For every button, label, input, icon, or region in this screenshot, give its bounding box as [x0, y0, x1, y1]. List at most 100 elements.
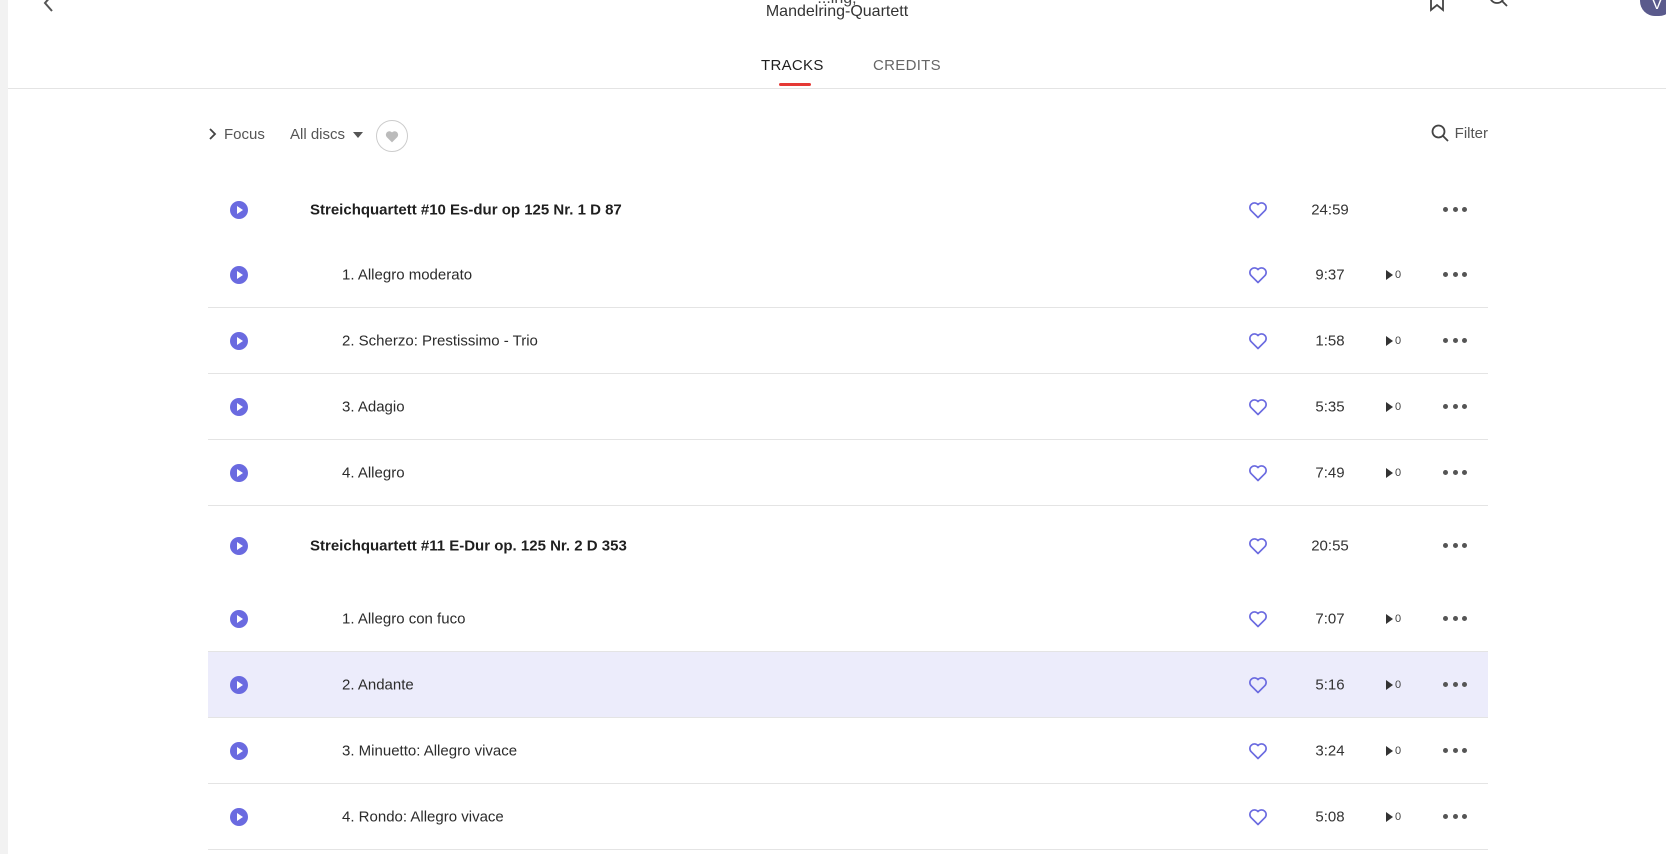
heart-icon[interactable] — [1248, 200, 1268, 220]
play-count: 0 — [1386, 269, 1401, 281]
play-count-value: 0 — [1395, 612, 1402, 625]
work-title: Streichquartett #10 Es-dur op 125 Nr. 1 … — [310, 201, 622, 219]
play-count: 0 — [1386, 811, 1401, 823]
track-title: 3. Minuetto: Allegro vivace — [342, 742, 518, 759]
heart-icon[interactable] — [1248, 397, 1268, 417]
chevron-right-icon — [208, 127, 218, 144]
tracks-toolbar: Focus All discs Filter — [208, 120, 1488, 154]
work-duration: 20:55 — [1311, 537, 1349, 555]
track-duration: 5:08 — [1315, 808, 1345, 825]
disc-select[interactable]: All discs — [290, 126, 364, 143]
play-count-value: 0 — [1395, 334, 1402, 347]
tab-tracks[interactable]: TRACKS — [761, 57, 824, 86]
play-count-icon — [1386, 613, 1393, 624]
play-icon[interactable] — [230, 537, 248, 555]
work-duration: 24:59 — [1311, 201, 1349, 219]
play-count-icon — [1386, 401, 1393, 412]
more-options-icon[interactable] — [1443, 747, 1467, 754]
filter-button[interactable]: Filter — [1431, 124, 1488, 142]
track-row[interactable]: 1. Allegro moderato 9:37 0 — [208, 242, 1488, 308]
more-options-icon[interactable] — [1443, 403, 1467, 410]
bookmark-icon — [1430, 0, 1444, 12]
heart-icon[interactable] — [1248, 609, 1268, 629]
play-icon[interactable] — [230, 741, 248, 760]
heart-icon[interactable] — [1248, 463, 1268, 483]
heart-icon[interactable] — [1248, 675, 1268, 695]
play-count: 0 — [1386, 745, 1401, 757]
heart-filled-icon — [385, 130, 399, 142]
more-options-icon[interactable] — [1443, 207, 1467, 213]
more-options-icon[interactable] — [1443, 543, 1467, 549]
heart-icon[interactable] — [1248, 331, 1268, 351]
track-row-highlighted[interactable]: 2. Andante 5:16 0 — [208, 652, 1488, 718]
header-bar: ...ing, Mandelring-Quartett V TRACKS CRE… — [8, 0, 1666, 89]
search-icon — [1431, 124, 1449, 142]
play-count-icon — [1386, 679, 1393, 690]
play-count-value: 0 — [1395, 400, 1402, 413]
play-count-icon — [1386, 745, 1393, 756]
heart-icon[interactable] — [1248, 536, 1268, 556]
heart-icon[interactable] — [1248, 807, 1268, 827]
track-row[interactable]: 4. Allegro 7:49 0 — [208, 440, 1488, 506]
track-title: 2. Scherzo: Prestissimo - Trio — [342, 332, 538, 349]
more-options-icon[interactable] — [1443, 681, 1467, 688]
track-row[interactable]: 2. Scherzo: Prestissimo - Trio 1:58 0 — [208, 308, 1488, 374]
play-count: 0 — [1386, 467, 1401, 479]
bookmark-button[interactable] — [1426, 0, 1448, 14]
play-count-value: 0 — [1395, 466, 1402, 479]
heart-icon[interactable] — [1248, 265, 1268, 285]
search-icon — [1490, 0, 1508, 7]
track-duration: 7:49 — [1315, 464, 1345, 481]
tab-credits-label: CREDITS — [873, 57, 941, 74]
focus-button[interactable]: Focus — [208, 126, 265, 144]
more-options-icon[interactable] — [1443, 271, 1467, 278]
play-count-value: 0 — [1395, 744, 1402, 757]
track-row[interactable]: 3. Adagio 5:35 0 — [208, 374, 1488, 440]
play-icon[interactable] — [230, 675, 248, 694]
heart-icon[interactable] — [1248, 741, 1268, 761]
play-count-icon — [1386, 467, 1393, 478]
play-icon[interactable] — [230, 609, 248, 628]
track-list: Streichquartett #10 Es-dur op 125 Nr. 1 … — [208, 178, 1488, 850]
play-count: 0 — [1386, 401, 1401, 413]
work-row[interactable]: Streichquartett #10 Es-dur op 125 Nr. 1 … — [208, 178, 1488, 242]
track-duration: 1:58 — [1315, 332, 1345, 349]
track-title: 4. Rondo: Allegro vivace — [342, 808, 504, 825]
play-icon[interactable] — [230, 463, 248, 482]
play-icon[interactable] — [230, 331, 248, 350]
search-button[interactable] — [1488, 0, 1510, 14]
active-tab-indicator — [779, 83, 811, 86]
work-row[interactable]: Streichquartett #11 E-Dur op. 125 Nr. 2 … — [208, 506, 1488, 586]
play-count-value: 0 — [1395, 678, 1402, 691]
tab-credits[interactable]: CREDITS — [873, 57, 941, 74]
play-count-value: 0 — [1395, 268, 1402, 281]
play-icon[interactable] — [230, 265, 248, 284]
play-count: 0 — [1386, 613, 1401, 625]
track-duration: 9:37 — [1315, 266, 1345, 283]
play-icon[interactable] — [230, 397, 248, 416]
more-options-icon[interactable] — [1443, 813, 1467, 820]
play-count-icon — [1386, 335, 1393, 346]
track-row[interactable]: 1. Allegro con fuco 7:07 0 — [208, 586, 1488, 652]
more-options-icon[interactable] — [1443, 337, 1467, 344]
track-title: 3. Adagio — [342, 398, 405, 415]
play-count: 0 — [1386, 335, 1401, 347]
album-artist: Mandelring-Quartett — [765, 3, 909, 20]
left-edge — [0, 0, 8, 854]
more-options-icon[interactable] — [1443, 615, 1467, 622]
track-row[interactable]: 3. Minuetto: Allegro vivace 3:24 0 — [208, 718, 1488, 784]
play-count: 0 — [1386, 679, 1401, 691]
track-title: 2. Andante — [342, 676, 414, 693]
more-options-icon[interactable] — [1443, 469, 1467, 476]
play-count-icon — [1386, 811, 1393, 822]
disc-select-label: All discs — [290, 126, 346, 143]
track-duration: 5:16 — [1315, 676, 1345, 693]
track-duration: 5:35 — [1315, 398, 1345, 415]
track-title: 1. Allegro moderato — [342, 266, 473, 283]
favorite-album-button[interactable] — [376, 120, 408, 152]
play-icon[interactable] — [230, 807, 248, 826]
track-row[interactable]: 4. Rondo: Allegro vivace 5:08 0 — [208, 784, 1488, 850]
work-title: Streichquartett #11 E-Dur op. 125 Nr. 2 … — [310, 537, 627, 555]
play-icon[interactable] — [230, 201, 248, 219]
tab-tracks-label: TRACKS — [761, 57, 824, 74]
